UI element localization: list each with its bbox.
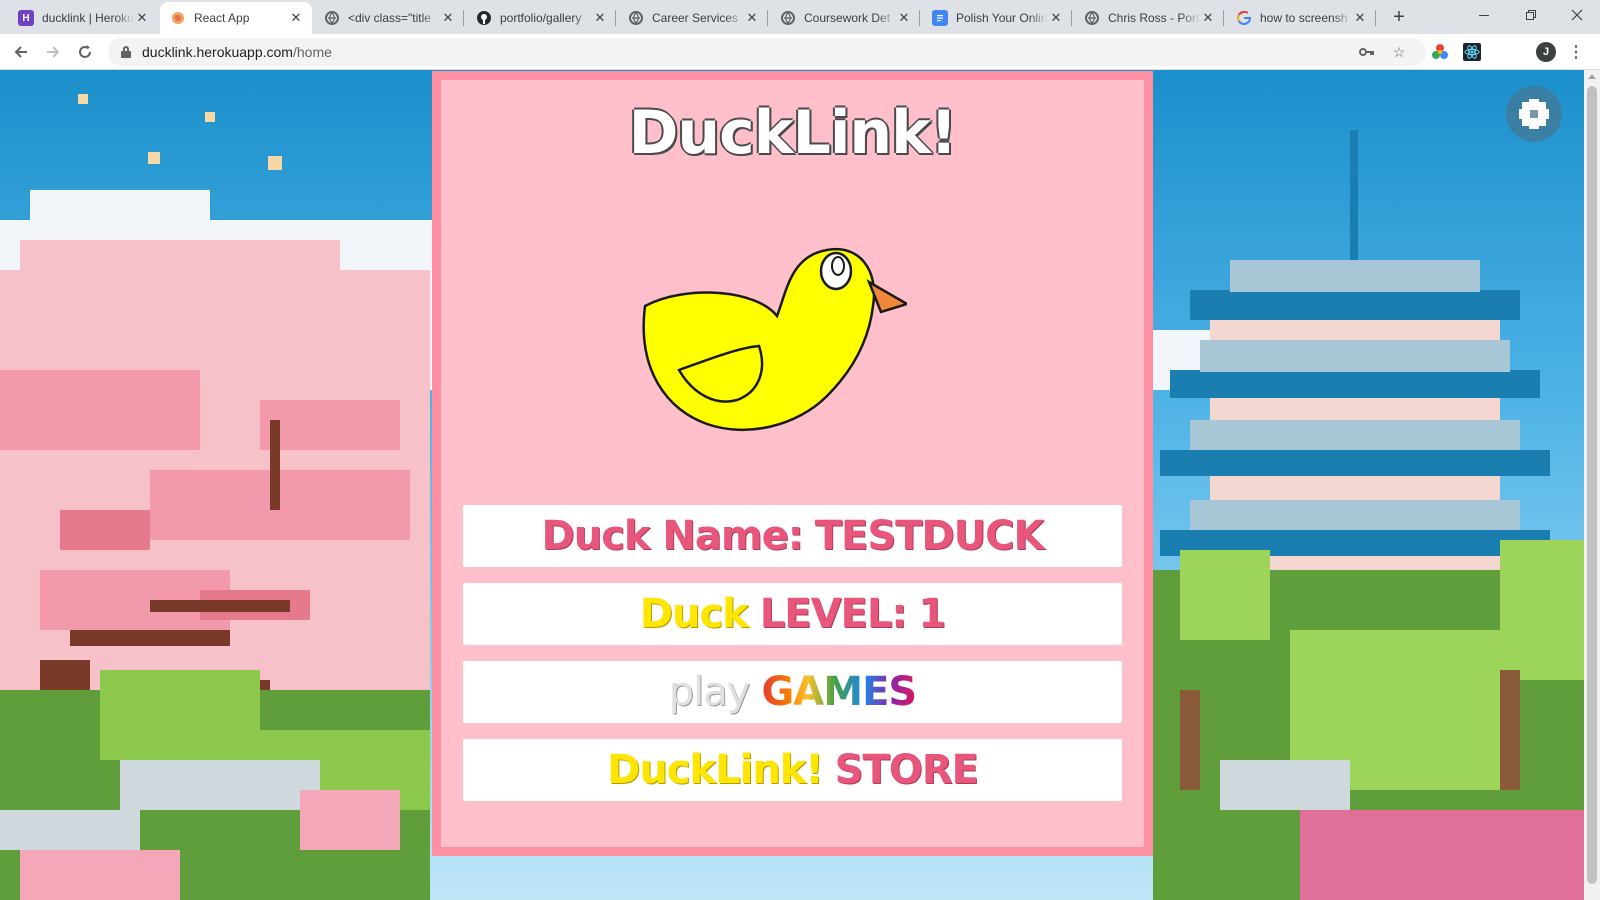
gear-icon[interactable]: [1506, 86, 1562, 142]
duck-level-label: LEVEL:: [759, 591, 908, 637]
tab-close-icon[interactable]: ✕: [1352, 10, 1368, 26]
play-games-button[interactable]: play GAMES: [463, 661, 1122, 723]
profile-avatar[interactable]: J: [1536, 42, 1556, 62]
yellow-duck-illustration: [642, 247, 907, 431]
tab-close-icon[interactable]: ✕: [1200, 10, 1216, 26]
tab-title: ducklink | Heroku: [42, 11, 134, 25]
tab-close-icon[interactable]: ✕: [744, 10, 760, 26]
tab-strip: H ducklink | Heroku ✕ React App ✕ <div c…: [0, 0, 1600, 34]
reload-icon[interactable]: [72, 39, 98, 65]
tab-close-icon[interactable]: ✕: [288, 10, 304, 26]
tab-close-icon[interactable]: ✕: [896, 10, 912, 26]
tab-div-class-title[interactable]: <div class="title ✕: [314, 2, 464, 34]
github-icon: [476, 10, 492, 26]
tab-title: how to screensh: [1260, 11, 1348, 25]
tab-title: Career Services: [652, 11, 739, 25]
tab-title: Coursework Det: [804, 11, 891, 25]
close-window-icon[interactable]: [1554, 0, 1600, 30]
color-picker-extension-icon[interactable]: [1430, 42, 1450, 62]
globe-icon: [628, 10, 644, 26]
tab-polish-your-online[interactable]: Polish Your Onlin ✕: [922, 2, 1072, 34]
star-bookmark-icon[interactable]: ☆: [1390, 43, 1408, 61]
duck-level-word: Duck: [639, 591, 749, 637]
globe-icon: [780, 10, 796, 26]
new-tab-button[interactable]: +: [1388, 7, 1410, 29]
duck-level-value: 1: [918, 591, 946, 637]
react-devtools-icon[interactable]: [1462, 42, 1482, 62]
lock-icon[interactable]: [120, 46, 132, 58]
scrollbar-thumb[interactable]: [1587, 86, 1597, 884]
google-icon: [1236, 10, 1252, 26]
duck-name-display: Duck Name: TESTDUCK: [463, 505, 1122, 567]
scroll-up-arrow-icon[interactable]: [1588, 74, 1596, 79]
back-arrow-icon[interactable]: [8, 39, 34, 65]
address-bar[interactable]: ducklink.herokuapp.com/home ☆: [108, 38, 1426, 66]
duck-name-label: Duck Name:: [541, 513, 804, 559]
store-label: STORE: [834, 747, 979, 793]
globe-icon: [324, 10, 340, 26]
minimize-icon[interactable]: [1461, 0, 1507, 30]
browser-toolbar: ducklink.herokuapp.com/home ☆ J ⋮: [0, 34, 1600, 70]
heroku-icon: H: [18, 10, 34, 26]
duck-name-value: TESTDUCK: [814, 513, 1045, 559]
tab-portfolio-gallery[interactable]: portfolio/gallery ✕: [466, 2, 616, 34]
page-viewport: DuckLink! Duck Name: TESTDUCK Duck LEVEL…: [0, 70, 1584, 900]
forward-arrow-icon[interactable]: [40, 39, 66, 65]
tab-title: Polish Your Onlin: [956, 11, 1048, 25]
tab-close-icon[interactable]: ✕: [592, 10, 608, 26]
tab-close-icon[interactable]: ✕: [440, 10, 456, 26]
tab-close-icon[interactable]: ✕: [134, 10, 150, 26]
react-icon: [170, 10, 186, 26]
tab-title: React App: [194, 11, 250, 25]
docs-icon: [932, 10, 948, 26]
page-title: DuckLink!: [628, 98, 958, 168]
tab-chris-ross-portfolio[interactable]: Chris Ross - Port ✕: [1074, 2, 1224, 34]
duck-profile-card: DuckLink! Duck Name: TESTDUCK Duck LEVEL…: [432, 71, 1153, 856]
more-options-icon[interactable]: ⋮: [1566, 42, 1586, 62]
key-icon[interactable]: [1358, 43, 1376, 61]
tab-title: <div class="title: [348, 11, 431, 25]
store-brand: DuckLink!: [607, 747, 824, 793]
tab-how-to-screenshot[interactable]: how to screensh ✕: [1226, 2, 1376, 34]
url-path: /home: [292, 44, 332, 60]
tab-react-app[interactable]: React App ✕: [160, 2, 312, 34]
tab-title: Chris Ross - Port: [1108, 11, 1200, 25]
restore-icon[interactable]: [1508, 0, 1554, 30]
globe-icon: [1084, 10, 1100, 26]
tab-career-services[interactable]: Career Services ✕: [618, 2, 768, 34]
play-games-label: GAMES: [761, 669, 917, 715]
ducklink-store-button[interactable]: DuckLink! STORE: [463, 739, 1122, 801]
url-host: ducklink.herokuapp.com: [142, 44, 293, 60]
tab-close-icon[interactable]: ✕: [1048, 10, 1064, 26]
tab-ducklink-heroku[interactable]: H ducklink | Heroku ✕: [8, 2, 158, 34]
page-scrollbar[interactable]: [1584, 70, 1600, 900]
play-games-prefix: play: [668, 669, 751, 715]
tab-title: portfolio/gallery: [500, 11, 582, 25]
duck-level-display: Duck LEVEL: 1: [463, 583, 1122, 645]
tab-coursework-details[interactable]: Coursework Det ✕: [770, 2, 920, 34]
